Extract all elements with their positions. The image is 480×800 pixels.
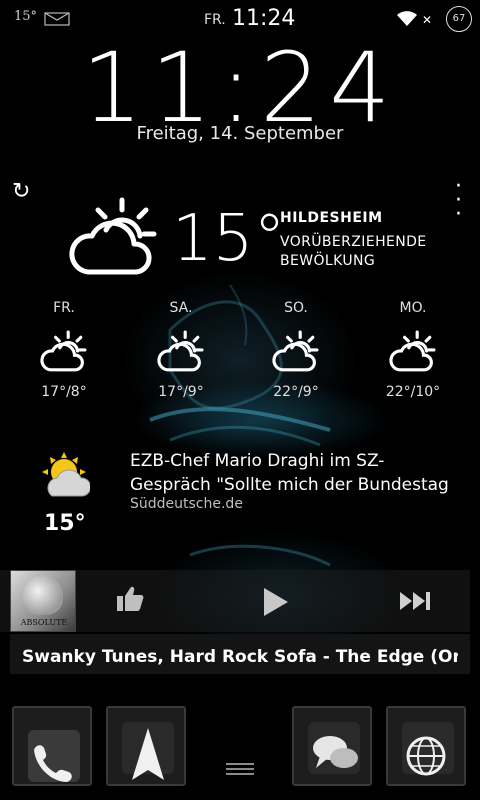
phone-icon[interactable] bbox=[12, 706, 92, 786]
app-drawer-icon[interactable] bbox=[226, 762, 254, 781]
partly-cloudy-icon bbox=[157, 330, 204, 372]
weather-city: HILDESHEIM bbox=[280, 210, 383, 226]
forecast-day-label: FR. bbox=[53, 300, 75, 316]
track-title[interactable]: Swanky Tunes, Hard Rock Sofa - The Edge … bbox=[22, 647, 458, 667]
forecast-temp: 17°/9° bbox=[158, 384, 204, 400]
forecast-day[interactable]: MO. 22°/10° bbox=[378, 300, 448, 400]
status-bar: 15° FR. 11:24 ✕ 67 bbox=[0, 0, 480, 36]
status-time: 11:24 bbox=[232, 6, 296, 31]
status-day: FR. bbox=[204, 12, 226, 28]
browser-icon[interactable] bbox=[386, 706, 466, 786]
forecast-day-label: MO. bbox=[399, 300, 427, 316]
forecast-day[interactable]: SA. 17°/9° bbox=[146, 300, 216, 400]
status-temperature: 15° bbox=[14, 9, 38, 24]
forecast-day-label: SO. bbox=[284, 300, 308, 316]
play-icon[interactable] bbox=[262, 586, 290, 622]
forecast-day[interactable]: SO. 22°/9° bbox=[261, 300, 331, 400]
partly-cloudy-icon bbox=[40, 330, 87, 372]
navigation-icon[interactable] bbox=[106, 706, 186, 786]
lockscreen-date: Freitag, 14. September bbox=[136, 123, 344, 144]
forecast-day[interactable]: FR. 17°/8° bbox=[29, 300, 99, 400]
skip-next-icon[interactable] bbox=[398, 590, 432, 616]
mail-icon bbox=[44, 11, 70, 30]
album-art[interactable]: ABSOLUTE bbox=[10, 570, 76, 632]
forecast-day-label: SA. bbox=[169, 300, 193, 316]
partly-cloudy-icon bbox=[389, 330, 436, 372]
thumbs-up-icon[interactable] bbox=[114, 584, 144, 616]
sun-cloud-icon bbox=[38, 452, 91, 504]
weather-condition: VORÜBERZIEHENDE BEWÖLKUNG bbox=[280, 234, 427, 269]
news-widget-temperature: 15° bbox=[44, 511, 86, 536]
current-temperature: 15° bbox=[172, 202, 286, 276]
partly-cloudy-icon[interactable] bbox=[66, 196, 162, 284]
forecast-temp: 17°/8° bbox=[41, 384, 87, 400]
forecast-temp: 22°/9° bbox=[273, 384, 319, 400]
close-icon: ✕ bbox=[422, 13, 433, 27]
wifi-icon bbox=[396, 9, 418, 31]
album-title: ABSOLUTE bbox=[20, 618, 68, 627]
refresh-icon[interactable]: ↻ bbox=[12, 179, 30, 204]
messaging-icon[interactable] bbox=[292, 706, 372, 786]
forecast-temp: 22°/10° bbox=[385, 384, 441, 400]
news-headline[interactable]: EZB-Chef Mario Draghi im SZ-Gespräch "So… bbox=[130, 449, 460, 497]
partly-cloudy-icon bbox=[272, 330, 319, 372]
news-source[interactable]: Süddeutsche.de bbox=[130, 496, 243, 512]
battery-icon: 67 bbox=[446, 6, 472, 32]
overflow-menu-icon[interactable]: · · · bbox=[455, 176, 462, 226]
lockscreen-clock[interactable]: 11:24 bbox=[0, 40, 480, 136]
